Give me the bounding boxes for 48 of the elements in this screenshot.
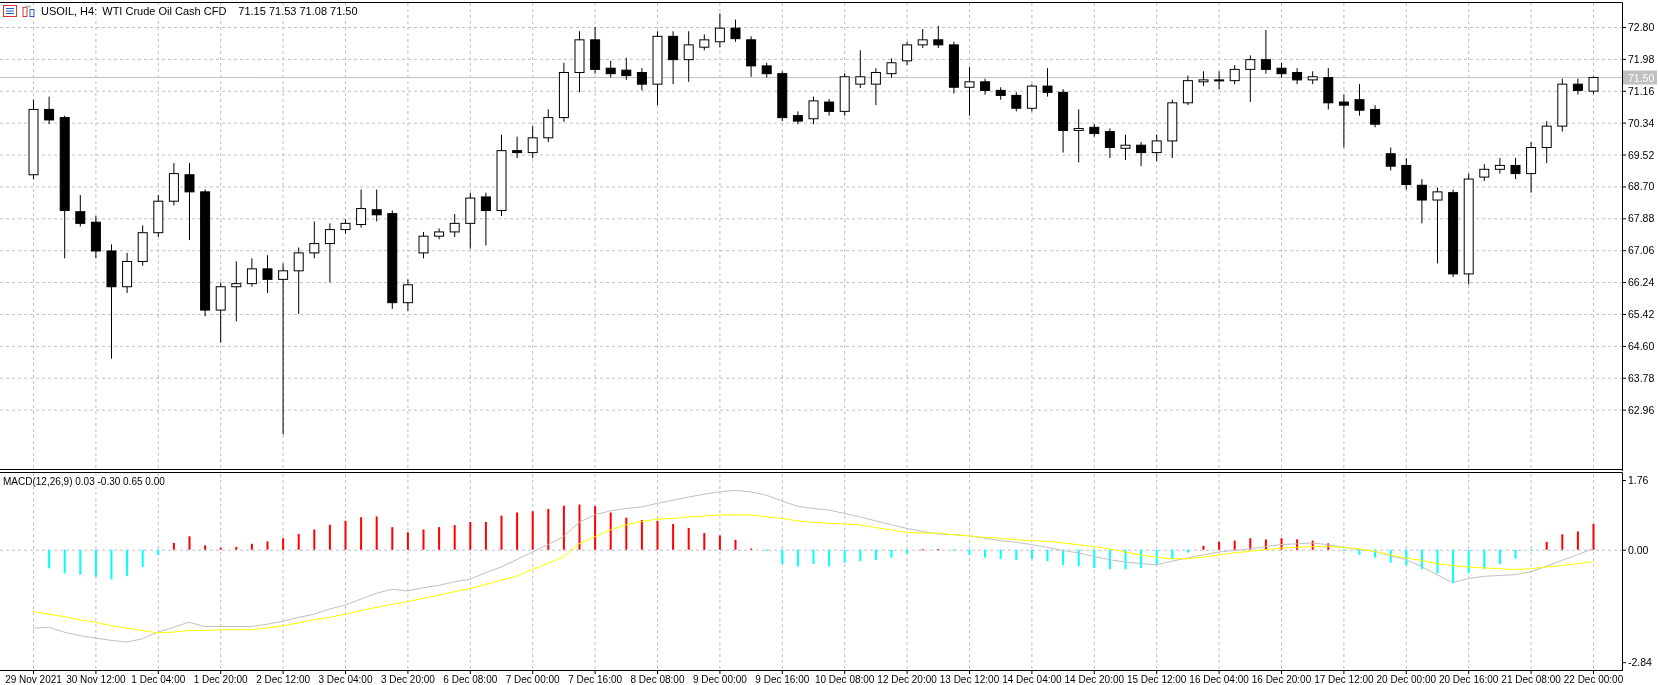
time-axis-label: 13 Dec 12:00 <box>939 674 1000 685</box>
time-axis-label: 3 Dec 04:00 <box>318 674 373 685</box>
price-axis-label: 70.34 <box>1628 116 1655 129</box>
indicator-axis-label: -2.84 <box>1628 656 1652 669</box>
price-axis-label: 69.52 <box>1628 148 1655 161</box>
time-axis-label: 20 Dec 00:00 <box>1376 674 1437 685</box>
price-axis-label: 67.06 <box>1628 244 1655 257</box>
time-axis-label: 15 Dec 12:00 <box>1126 674 1187 685</box>
indicator-label: MACD(12,26,9) 0.03 -0.30 0.65 0.00 <box>3 476 165 487</box>
instrument-name: WTI Crude Oil Cash CFD <box>102 5 227 17</box>
indicator-axis-label: 1.76 <box>1628 474 1649 486</box>
time-axis-label: 22 Dec 00:00 <box>1563 674 1624 685</box>
ohlc-values: 71.15 71.53 71.08 71.50 <box>238 5 358 17</box>
time-axis-label: 29 Nov 2021 <box>5 674 62 685</box>
time-axis-label: 10 Dec 08:00 <box>814 674 875 685</box>
time-axis-label: 16 Dec 20:00 <box>1251 674 1312 685</box>
price-axis-label: 65.42 <box>1628 307 1655 320</box>
time-axis-label: 14 Dec 04:00 <box>1002 674 1062 685</box>
time-axis-label: 20 Dec 16:00 <box>1438 674 1499 685</box>
price-axis-label: 66.24 <box>1628 276 1655 289</box>
time-axis-label: 8 Dec 08:00 <box>630 674 685 685</box>
price-axis-label: 72.80 <box>1628 21 1655 33</box>
time-axis-label: 9 Dec 00:00 <box>692 674 747 685</box>
time-axis-label: 14 Dec 20:00 <box>1064 674 1125 685</box>
time-axis-label: 16 Dec 04:00 <box>1189 674 1249 685</box>
price-axis-label: 71.98 <box>1628 52 1655 65</box>
time-axis-label: 7 Dec 00:00 <box>505 674 560 685</box>
ref-line-label: 71.50 <box>1628 71 1655 84</box>
time-axis-label: 1 Dec 04:00 <box>131 674 186 685</box>
price-axis-label: 62.96 <box>1628 403 1655 416</box>
price-axis-label: 64.60 <box>1628 339 1655 352</box>
time-axis-label: 7 Dec 16:00 <box>568 674 623 685</box>
time-axis-label: 2 Dec 12:00 <box>256 674 311 685</box>
time-axis-label: 3 Dec 20:00 <box>380 674 435 685</box>
time-axis-label: 9 Dec 16:00 <box>755 674 810 685</box>
price-axis-label: 71.16 <box>1628 84 1655 97</box>
time-axis-label: 12 Dec 20:00 <box>877 674 937 685</box>
price-axis-label: 68.70 <box>1628 180 1655 193</box>
price-axis-label: 67.88 <box>1628 212 1655 225</box>
symbol-label: USOIL, H4: <box>41 5 98 17</box>
indicator-axis-label: 0.00 <box>1628 543 1649 556</box>
current-price-tag: 71.50 <box>1623 70 1657 85</box>
time-axis-label: 21 Dec 08:00 <box>1501 674 1561 685</box>
time-axis-label: 6 Dec 08:00 <box>443 674 498 685</box>
time-axis-label: 1 Dec 20:00 <box>193 674 248 685</box>
time-axis-label: 30 Nov 12:00 <box>66 674 126 685</box>
price-axis-label: 63.78 <box>1628 371 1655 384</box>
time-axis-label: 17 Dec 12:00 <box>1314 674 1374 685</box>
